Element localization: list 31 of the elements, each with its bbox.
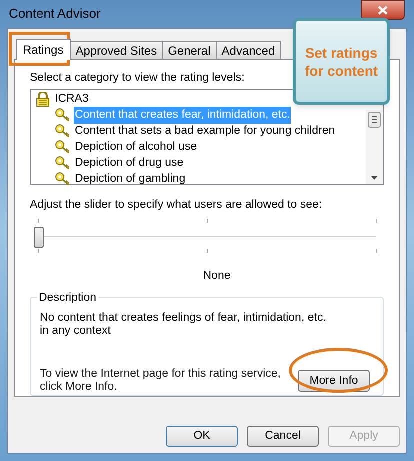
category-item[interactable]: Depiction of alcohol use (74, 138, 198, 156)
tab[interactable]: General (162, 41, 217, 59)
scrollbar[interactable] (366, 110, 383, 184)
window-title: Content Advisor (9, 5, 101, 24)
slider-prompt: Adjust the slider to specify what users are allowed to see: (30, 198, 324, 214)
category-prompt: Select a category to view the rating levels: (30, 71, 245, 86)
tab[interactable]: Approved Sites (70, 41, 164, 59)
dialog-button[interactable]: Cancel (247, 426, 319, 447)
close-button[interactable] (361, 0, 405, 20)
scroll-thumb-icon (368, 112, 381, 128)
tab-highlight-frame (9, 32, 70, 66)
slider-reading: None (203, 269, 231, 284)
close-icon (378, 6, 388, 14)
category-item[interactable]: ICRA3 (54, 90, 90, 108)
tab[interactable]: Ratings (16, 39, 71, 60)
callout-text: Set ratings for content (304, 44, 380, 80)
more-info-button[interactable]: More Info (298, 370, 370, 392)
category-item[interactable]: Depiction of gambling (74, 170, 187, 188)
info-text: To view the Internet page for this rating service, click More Info. (40, 368, 282, 394)
description-text: No content that creates feelings of fear, intimidation, etc. in any context (40, 312, 328, 338)
tab[interactable]: Advanced (216, 41, 282, 59)
key-icon (55, 124, 71, 138)
key-icon (55, 156, 71, 170)
category-item[interactable]: Content that sets a bad example for young children (74, 122, 336, 140)
key-icon (55, 140, 71, 154)
slider-thumb[interactable] (34, 226, 44, 248)
scroll-down-icon[interactable] (371, 176, 378, 180)
category-item[interactable]: Depiction of drug use (74, 154, 185, 172)
key-icon (55, 108, 71, 122)
padlock-icon (35, 92, 51, 107)
dialog-button[interactable]: OK (166, 426, 238, 447)
